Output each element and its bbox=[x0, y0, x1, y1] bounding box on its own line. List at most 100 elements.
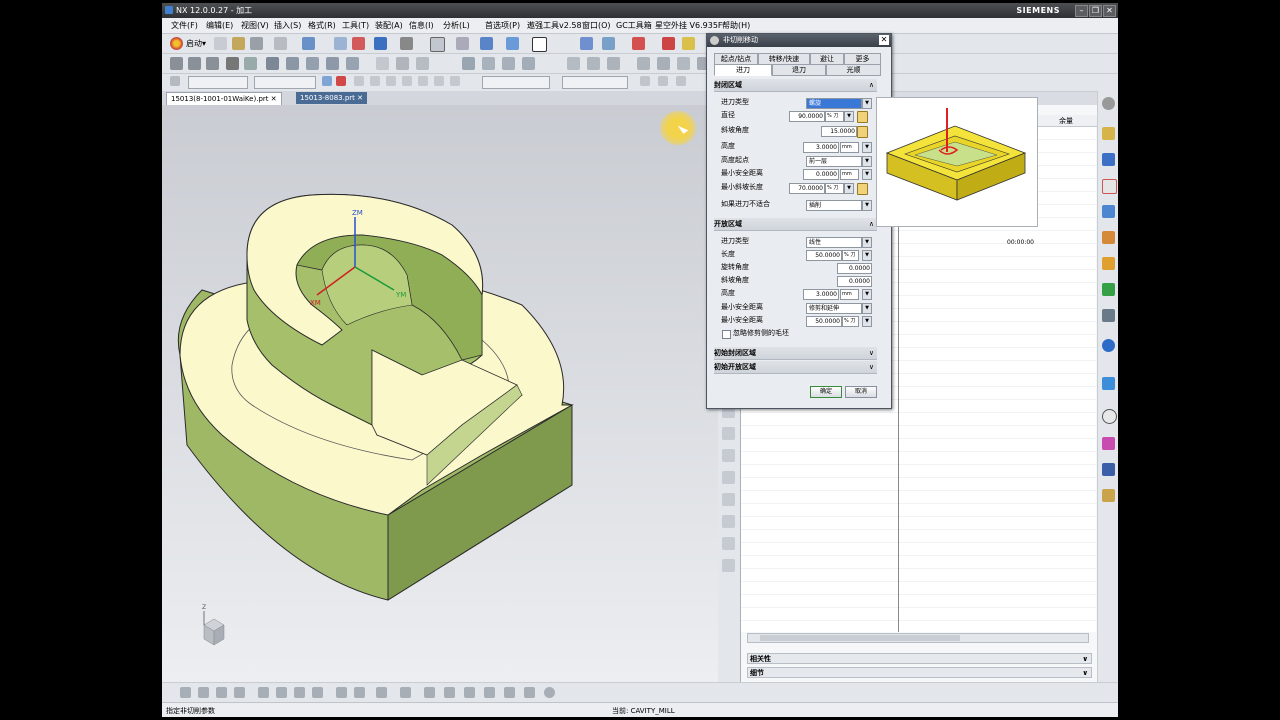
hd3d-icon[interactable] bbox=[1102, 231, 1115, 244]
open-icon[interactable] bbox=[232, 37, 245, 50]
dialog-title-bar[interactable]: 非切削移动 ✕ bbox=[707, 34, 891, 47]
open-height-input[interactable]: 3.0000 bbox=[803, 289, 839, 300]
height-input[interactable]: 3.0000 bbox=[803, 142, 839, 153]
undo-icon[interactable] bbox=[274, 37, 287, 50]
bottom-tool-icon[interactable] bbox=[294, 687, 305, 698]
bottom-tool-icon[interactable] bbox=[444, 687, 455, 698]
tab-waike-part[interactable]: 15013(8-1001-01WaiKe).prt ✕ bbox=[166, 92, 282, 105]
blend-icon[interactable] bbox=[334, 37, 347, 50]
snap-center-icon[interactable] bbox=[386, 76, 396, 86]
snap-intersect-icon[interactable] bbox=[450, 76, 460, 86]
gear-icon[interactable] bbox=[1102, 97, 1115, 110]
chevron-down-icon[interactable]: ▼ bbox=[844, 111, 854, 122]
part-scope-dropdown[interactable] bbox=[562, 76, 628, 89]
boss-icon[interactable] bbox=[326, 57, 339, 70]
tab-retract[interactable]: 退刀 bbox=[772, 64, 826, 76]
start-button[interactable]: 启动▾ bbox=[186, 38, 206, 49]
graphics-viewport[interactable]: ZM XM YM Z bbox=[162, 105, 718, 682]
new-icon[interactable] bbox=[214, 37, 227, 50]
min-clearance-input[interactable]: 0.0000 bbox=[803, 169, 839, 180]
assembly-nav-icon[interactable] bbox=[1102, 127, 1115, 140]
text-icon[interactable] bbox=[226, 57, 239, 70]
strip-tool-icon[interactable] bbox=[722, 427, 735, 440]
lock-icon[interactable] bbox=[857, 183, 868, 195]
filter-icon[interactable] bbox=[632, 37, 645, 50]
bottom-tool-icon[interactable] bbox=[400, 687, 411, 698]
extend-icon[interactable] bbox=[416, 57, 429, 70]
clock-icon[interactable] bbox=[1102, 409, 1117, 424]
menu-analysis[interactable]: 分析(L) bbox=[443, 20, 470, 31]
bottom-tool-icon[interactable] bbox=[524, 687, 535, 698]
menu-format[interactable]: 格式(R) bbox=[308, 20, 336, 31]
mirror-icon[interactable] bbox=[657, 57, 670, 70]
offset-curve-icon[interactable] bbox=[244, 57, 257, 70]
initial-open-area-section[interactable]: 初始开放区域 ∨ bbox=[714, 361, 877, 374]
tab-engage[interactable]: 进刀 bbox=[714, 64, 772, 76]
bottom-tool-icon[interactable] bbox=[376, 687, 387, 698]
pattern-icon[interactable] bbox=[677, 57, 690, 70]
draft-icon[interactable] bbox=[637, 57, 650, 70]
bottom-tool-icon[interactable] bbox=[216, 687, 227, 698]
bottom-tool-icon[interactable] bbox=[354, 687, 365, 698]
menu-preferences[interactable]: 首选项(P) bbox=[485, 20, 520, 31]
chevron-down-icon[interactable]: ▼ bbox=[844, 183, 854, 194]
chevron-down-icon[interactable]: ▼ bbox=[862, 156, 872, 167]
bottom-tool-icon[interactable] bbox=[464, 687, 475, 698]
strip-tool-icon[interactable] bbox=[722, 559, 735, 572]
closed-area-section[interactable]: 封闭区域 ∧ bbox=[714, 79, 877, 92]
if-not-fit-select[interactable]: 插削 bbox=[806, 200, 862, 211]
layer-icon[interactable] bbox=[302, 37, 315, 50]
min-clearance-unit-select[interactable]: mm bbox=[840, 169, 859, 180]
menu-view[interactable]: 视图(V) bbox=[241, 20, 269, 31]
cone-icon[interactable] bbox=[502, 57, 515, 70]
engage-type-select[interactable]: 螺旋 bbox=[806, 98, 862, 109]
bottom-tool-icon[interactable] bbox=[544, 687, 555, 698]
chevron-down-icon[interactable]: ▼ bbox=[862, 98, 872, 109]
background-icon[interactable] bbox=[532, 37, 547, 52]
scroll-thumb[interactable] bbox=[760, 635, 960, 641]
type-filter-dropdown[interactable] bbox=[188, 76, 248, 89]
trim-icon[interactable] bbox=[396, 57, 409, 70]
bottom-tool-icon[interactable] bbox=[198, 687, 209, 698]
sphere-icon[interactable] bbox=[522, 57, 535, 70]
diameter-input[interactable]: 90.0000 bbox=[789, 111, 825, 122]
chevron-down-icon[interactable]: ▼ bbox=[862, 237, 872, 248]
snap-icon[interactable] bbox=[662, 37, 675, 50]
snap-point-icon[interactable] bbox=[682, 37, 695, 50]
strip-tool-icon[interactable] bbox=[722, 493, 735, 506]
snap-mid-icon[interactable] bbox=[370, 76, 380, 86]
tab-smoothing[interactable]: 光顺 bbox=[826, 64, 881, 76]
revolve-icon[interactable] bbox=[286, 57, 299, 70]
spline-icon[interactable] bbox=[206, 57, 219, 70]
extrude-icon[interactable] bbox=[266, 57, 279, 70]
ramp-angle-input[interactable]: 15.0000 bbox=[821, 126, 857, 137]
block-icon[interactable] bbox=[462, 57, 475, 70]
sketch-icon[interactable] bbox=[376, 57, 389, 70]
chevron-down-icon[interactable]: ▼ bbox=[862, 303, 872, 314]
snap-face-icon[interactable] bbox=[418, 76, 428, 86]
bottom-tool-icon[interactable] bbox=[424, 687, 435, 698]
open-height-unit-select[interactable]: mm bbox=[840, 289, 859, 300]
details-section[interactable]: 细节 ∨ bbox=[747, 667, 1092, 678]
strip-tool-icon[interactable] bbox=[722, 449, 735, 462]
bottom-tool-icon[interactable] bbox=[336, 687, 347, 698]
bottom-tool-icon[interactable] bbox=[258, 687, 269, 698]
close-icon[interactable]: ✕ bbox=[879, 35, 889, 45]
navigator-scrollbar[interactable] bbox=[747, 633, 1089, 643]
chevron-down-icon[interactable]: ▼ bbox=[862, 316, 872, 327]
process-studio-icon[interactable] bbox=[1102, 339, 1115, 352]
web-browser-icon[interactable] bbox=[1102, 257, 1115, 270]
ignore-trimmed-blank-checkbox[interactable] bbox=[722, 330, 731, 339]
open-min-clearance-unit-select[interactable]: % 刀具 bbox=[842, 316, 859, 327]
system-material-icon[interactable] bbox=[1102, 309, 1115, 322]
zoom-icon[interactable] bbox=[400, 37, 413, 50]
menu-assembly[interactable]: 装配(A) bbox=[375, 20, 403, 31]
edit-object-icon[interactable] bbox=[352, 37, 365, 50]
csys-icon[interactable] bbox=[580, 37, 593, 50]
render-style-icon[interactable] bbox=[480, 37, 493, 50]
menu-file[interactable]: 文件(F) bbox=[171, 20, 198, 31]
snap-quad-icon[interactable] bbox=[402, 76, 412, 86]
pocket-icon[interactable] bbox=[346, 57, 359, 70]
roles-icon[interactable] bbox=[1102, 437, 1115, 450]
menu-tools[interactable]: 工具(T) bbox=[342, 20, 369, 31]
